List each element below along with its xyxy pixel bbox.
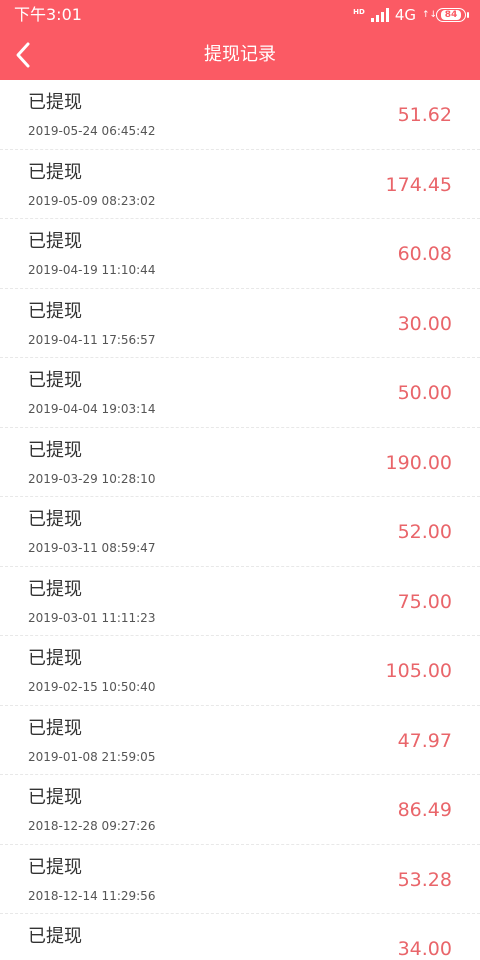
record-status: 已提现 [28, 370, 82, 391]
withdrawal-record-list[interactable]: 已提现 2019-05-24 06:45:42 51.62 已提现 2019-0… [0, 80, 480, 960]
withdrawal-record[interactable]: 已提现 2018-12-14 11:29:56 53.28 [0, 844, 480, 914]
back-button[interactable] [6, 38, 40, 72]
withdrawal-record[interactable]: 已提现 34.00 [0, 914, 480, 960]
record-time: 2019-02-15 10:50:40 [28, 680, 156, 694]
record-status: 已提现 [28, 578, 82, 600]
hd-label: HD [353, 8, 365, 16]
record-time: 2019-05-09 08:23:02 [28, 193, 156, 208]
record-amount: 53.28 [397, 868, 452, 891]
withdrawal-record[interactable]: 已提现 2019-01-08 21:59:05 47.97 [0, 705, 480, 775]
record-amount: 75.00 [397, 590, 452, 613]
status-bar: 下午3:01 HD 4G ↑↓ 84 [0, 0, 480, 30]
record-status: 已提现 [28, 926, 82, 947]
record-status: 已提现 [28, 787, 82, 808]
record-status: 已提现 [28, 231, 82, 252]
record-time: 2019-03-01 11:11:23 [28, 610, 156, 625]
record-status: 已提现 [28, 161, 82, 183]
record-time: 2019-05-24 06:45:42 [28, 124, 156, 138]
record-status: 已提现 [28, 300, 82, 322]
record-amount: 30.00 [397, 312, 452, 335]
record-amount: 51.62 [397, 104, 452, 126]
withdrawal-record[interactable]: 已提现 2019-04-04 19:03:14 50.00 [0, 358, 480, 428]
record-amount: 34.00 [397, 938, 452, 960]
battery-level: 84 [440, 10, 462, 20]
chevron-left-icon [16, 42, 30, 68]
withdrawal-record[interactable]: 已提现 2019-03-29 10:28:10 190.00 [0, 427, 480, 497]
navigation-bar: 提现记录 [0, 30, 480, 80]
page-title: 提现记录 [204, 44, 276, 65]
signal-icon [370, 8, 389, 22]
record-time: 2018-12-14 11:29:56 [28, 888, 156, 903]
record-amount: 174.45 [385, 173, 452, 196]
status-time: 下午3:01 [14, 5, 82, 24]
withdrawal-record[interactable]: 已提现 2019-03-11 08:59:47 52.00 [0, 497, 480, 567]
withdrawal-record[interactable]: 已提现 2019-02-15 10:50:40 105.00 [0, 636, 480, 706]
record-amount: 60.08 [397, 243, 452, 265]
record-status: 已提现 [28, 856, 82, 878]
header: 下午3:01 HD 4G ↑↓ 84 提现记录 [0, 0, 480, 80]
record-amount: 190.00 [385, 451, 452, 474]
record-amount: 47.97 [397, 729, 452, 752]
record-status: 已提现 [28, 92, 82, 113]
withdrawal-record[interactable]: 已提现 2019-04-19 11:10:44 60.08 [0, 219, 480, 289]
status-icons: HD 4G ↑↓ 84 [353, 5, 469, 25]
record-status: 已提现 [28, 648, 82, 669]
record-time: 2019-04-11 17:56:57 [28, 332, 156, 347]
record-amount: 50.00 [397, 382, 452, 404]
withdrawal-record[interactable]: 已提现 2019-04-11 17:56:57 30.00 [0, 288, 480, 358]
record-time: 2019-03-29 10:28:10 [28, 471, 156, 486]
record-time: 2019-04-19 11:10:44 [28, 263, 156, 277]
record-amount: 105.00 [385, 660, 452, 682]
battery-icon: 84 [436, 8, 469, 22]
record-time: 2019-04-04 19:03:14 [28, 402, 156, 416]
record-status: 已提现 [28, 509, 82, 530]
record-time: 2019-01-08 21:59:05 [28, 749, 156, 764]
withdrawal-record[interactable]: 已提现 2018-12-28 09:27:26 86.49 [0, 775, 480, 845]
record-status: 已提现 [28, 717, 82, 739]
withdrawal-record[interactable]: 已提现 2019-03-01 11:11:23 75.00 [0, 566, 480, 636]
network-type: 4G [394, 6, 416, 24]
withdrawal-records-screen: 下午3:01 HD 4G ↑↓ 84 提现记录 已提现 2019-05-24 0… [0, 0, 480, 960]
withdrawal-record[interactable]: 已提现 2019-05-24 06:45:42 51.62 [0, 80, 480, 150]
record-amount: 52.00 [397, 521, 452, 543]
record-status: 已提现 [28, 439, 82, 461]
withdrawal-record[interactable]: 已提现 2019-05-09 08:23:02 174.45 [0, 149, 480, 219]
record-amount: 86.49 [397, 799, 452, 821]
record-time: 2018-12-28 09:27:26 [28, 819, 156, 833]
record-time: 2019-03-11 08:59:47 [28, 541, 156, 555]
data-activity-icon: ↑↓ [422, 9, 438, 20]
